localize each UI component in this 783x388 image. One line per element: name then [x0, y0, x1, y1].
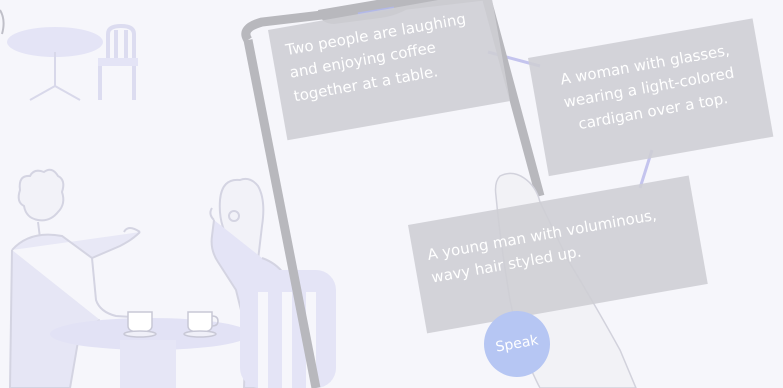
cafe-table-icon [7, 27, 103, 101]
chair-icon [240, 270, 336, 388]
chair-icon [98, 23, 138, 100]
scene: Two people are laughing and enjoying cof… [0, 0, 783, 388]
